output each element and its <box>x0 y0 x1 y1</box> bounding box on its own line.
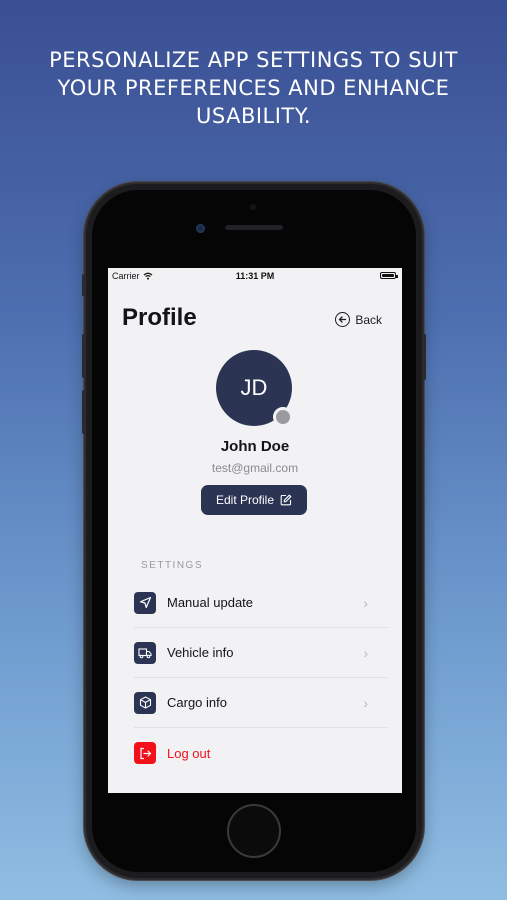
box-icon <box>134 691 156 714</box>
promo-headline: PERSONALIZE APP SETTINGS TO SUIT YOUR PR… <box>49 48 458 128</box>
presence-status-dot <box>273 407 293 427</box>
battery-icon <box>380 272 398 279</box>
chevron-right-icon: › <box>363 595 368 611</box>
volume-down-button <box>82 390 85 434</box>
chevron-right-icon: › <box>363 695 368 711</box>
settings-section-label: SETTINGS <box>141 560 204 571</box>
settings-item-cargo-info[interactable]: Cargo info › <box>134 678 388 728</box>
app-screen: Carrier 11:31 PM Profile Back JD John Do… <box>108 268 402 793</box>
logout-icon <box>134 742 156 764</box>
phone-frame: Carrier 11:31 PM Profile Back JD John Do… <box>82 184 426 878</box>
status-time: 11:31 PM <box>235 271 275 281</box>
back-button[interactable]: Back <box>335 312 382 327</box>
power-button <box>423 334 426 380</box>
settings-list: Manual update › Vehicle info › Cargo inf… <box>134 578 388 778</box>
settings-item-label: Manual update <box>167 595 254 610</box>
mute-switch <box>82 274 85 296</box>
truck-icon <box>134 641 156 664</box>
earpiece-speaker <box>225 225 283 230</box>
back-label: Back <box>355 312 382 327</box>
profile-name: John Doe <box>220 438 290 455</box>
avatar-initials: JD <box>240 375 268 400</box>
settings-item-log-out[interactable]: Log out <box>134 728 388 778</box>
home-button[interactable] <box>227 804 281 858</box>
settings-item-manual-update[interactable]: Manual update › <box>134 578 388 628</box>
edit-profile-label: Edit Profile <box>215 493 275 507</box>
settings-item-label: Log out <box>167 745 211 761</box>
settings-item-vehicle-info[interactable]: Vehicle info › <box>134 628 388 678</box>
volume-up-button <box>82 334 85 378</box>
chevron-right-icon: › <box>363 645 368 661</box>
settings-item-label: Vehicle info <box>167 645 234 660</box>
profile-email: test@gmail.com <box>211 461 299 475</box>
edit-icon <box>280 494 292 506</box>
proximity-sensor <box>250 204 256 210</box>
status-bar: Carrier 11:31 PM <box>108 268 402 284</box>
page-title: Profile <box>122 304 197 331</box>
navigation-arrow-icon <box>134 591 156 614</box>
front-camera <box>196 224 205 233</box>
edit-profile-button[interactable]: Edit Profile <box>201 485 307 515</box>
back-arrow-icon <box>335 312 351 327</box>
settings-item-label: Cargo info <box>167 695 227 710</box>
